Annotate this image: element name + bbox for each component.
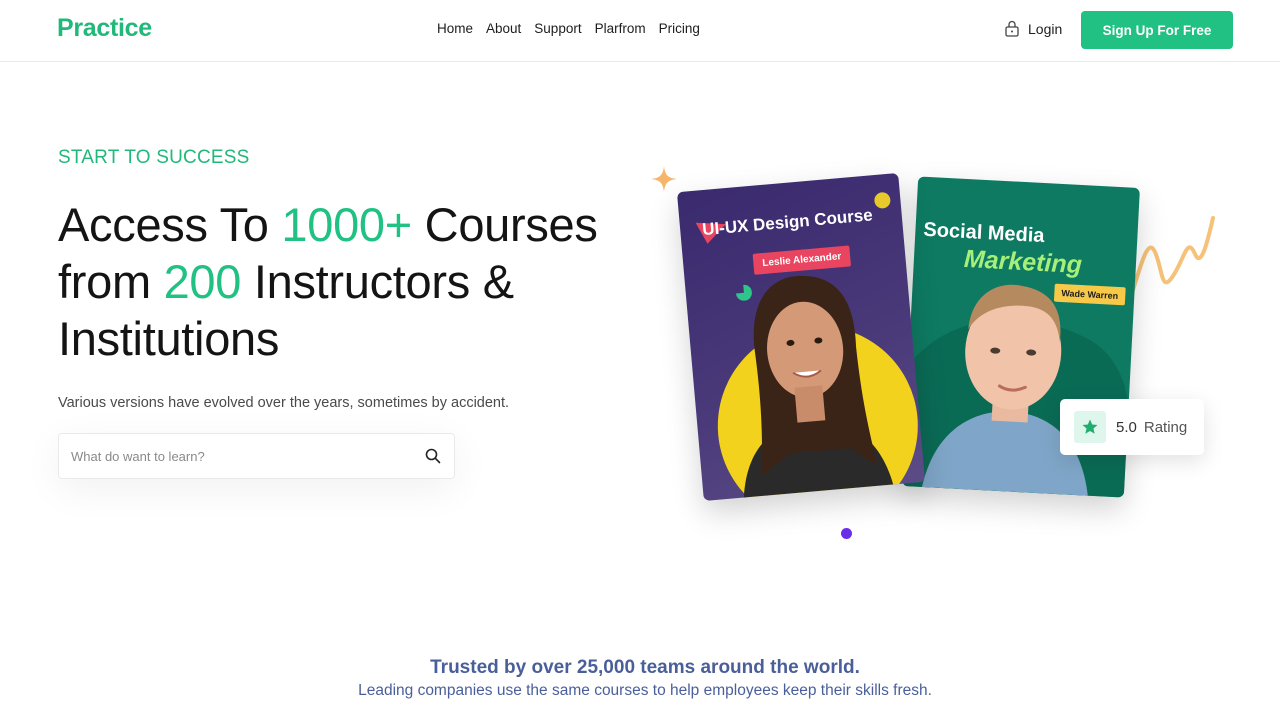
rating-value: 5.0 (1116, 418, 1137, 436)
headline-highlight-instructors: 200 (163, 255, 242, 308)
top-nav-bar: Practice Home About Support Plarfrom Pri… (0, 0, 1280, 62)
login-label: Login (1028, 20, 1063, 37)
lock-icon (1005, 20, 1019, 37)
nav-platform[interactable]: Plarfrom (595, 21, 646, 36)
carousel-indicator[interactable] (841, 528, 852, 539)
sparkle-icon (651, 166, 677, 192)
search-input[interactable] (59, 448, 399, 464)
star-icon (1074, 411, 1106, 443)
signup-button[interactable]: Sign Up For Free (1081, 11, 1233, 49)
rating-badge: 5.0 Rating (1060, 399, 1204, 455)
search-box (58, 433, 455, 479)
main-nav: Home About Support Plarfrom Pricing (437, 21, 700, 36)
course-card-ui-ux[interactable]: UI-UX Design Course Leslie Alexander (676, 172, 926, 502)
logo[interactable]: Practice (57, 14, 152, 43)
card2-title-line2: Marketing (963, 244, 1083, 280)
squiggle-decoration (1127, 216, 1215, 304)
nav-home[interactable]: Home (437, 21, 473, 36)
headline-part1: Access To (58, 198, 282, 251)
trusted-title: Trusted by over 25,000 teams around the … (430, 657, 860, 678)
nav-support[interactable]: Support (534, 21, 581, 36)
hero-eyebrow: START TO SUCCESS (58, 147, 250, 168)
login-button[interactable]: Login (1004, 20, 1062, 37)
headline-highlight-courses: 1000+ (281, 198, 412, 251)
trusted-subtitle: Leading companies use the same courses t… (358, 682, 932, 699)
hero-subtext: Various versions have evolved over the y… (58, 395, 510, 411)
rating-label: Rating (1143, 418, 1188, 436)
nav-pricing[interactable]: Pricing (659, 21, 700, 36)
hero-headline: Access To 1000+ Courses from 200 Instruc… (58, 196, 658, 367)
card2-instructor-tag: Wade Warren (1053, 283, 1126, 306)
pie-decoration (735, 284, 752, 301)
search-icon[interactable] (424, 447, 442, 465)
nav-about[interactable]: About (486, 21, 521, 36)
